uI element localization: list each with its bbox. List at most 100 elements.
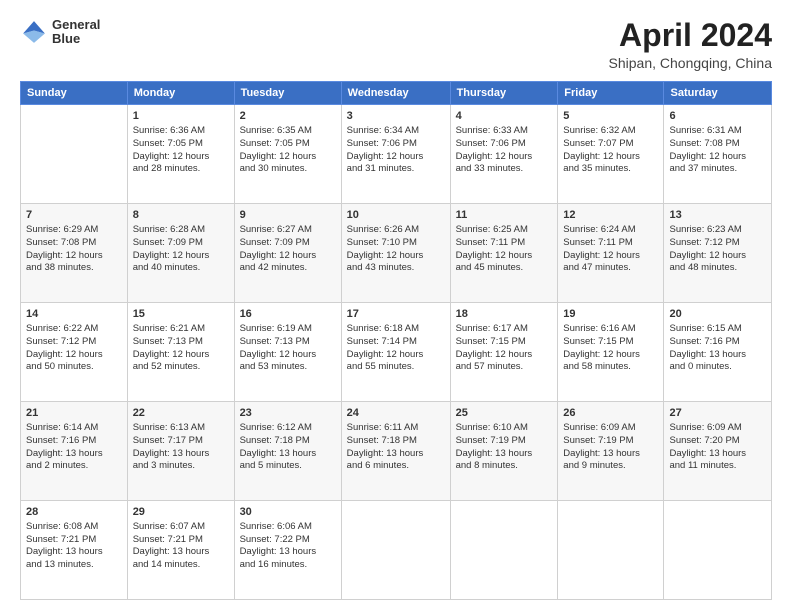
day-number: 27: [669, 406, 766, 421]
day-number: 26: [563, 406, 658, 421]
title-block: April 2024 Shipan, Chongqing, China: [609, 18, 772, 71]
day-cell: 2Sunrise: 6:35 AM Sunset: 7:05 PM Daylig…: [234, 105, 341, 204]
day-info: Sunrise: 6:12 AM Sunset: 7:18 PM Dayligh…: [240, 422, 336, 473]
day-number: 30: [240, 505, 336, 520]
day-number: 18: [456, 307, 553, 322]
day-info: Sunrise: 6:26 AM Sunset: 7:10 PM Dayligh…: [347, 224, 445, 275]
day-cell: 18Sunrise: 6:17 AM Sunset: 7:15 PM Dayli…: [450, 303, 558, 402]
day-cell: [341, 501, 450, 600]
day-info: Sunrise: 6:25 AM Sunset: 7:11 PM Dayligh…: [456, 224, 553, 275]
col-header-wednesday: Wednesday: [341, 82, 450, 105]
day-cell: 24Sunrise: 6:11 AM Sunset: 7:18 PM Dayli…: [341, 402, 450, 501]
day-number: 13: [669, 208, 766, 223]
day-number: 8: [133, 208, 229, 223]
day-number: 20: [669, 307, 766, 322]
day-number: 2: [240, 109, 336, 124]
day-info: Sunrise: 6:32 AM Sunset: 7:07 PM Dayligh…: [563, 125, 658, 176]
day-info: Sunrise: 6:22 AM Sunset: 7:12 PM Dayligh…: [26, 323, 122, 374]
header: General Blue April 2024 Shipan, Chongqin…: [20, 18, 772, 71]
day-cell: 8Sunrise: 6:28 AM Sunset: 7:09 PM Daylig…: [127, 204, 234, 303]
day-info: Sunrise: 6:33 AM Sunset: 7:06 PM Dayligh…: [456, 125, 553, 176]
day-cell: 11Sunrise: 6:25 AM Sunset: 7:11 PM Dayli…: [450, 204, 558, 303]
calendar-subtitle: Shipan, Chongqing, China: [609, 55, 772, 71]
day-info: Sunrise: 6:21 AM Sunset: 7:13 PM Dayligh…: [133, 323, 229, 374]
day-number: 17: [347, 307, 445, 322]
col-header-sunday: Sunday: [21, 82, 128, 105]
day-cell: 27Sunrise: 6:09 AM Sunset: 7:20 PM Dayli…: [664, 402, 772, 501]
day-number: 4: [456, 109, 553, 124]
col-header-tuesday: Tuesday: [234, 82, 341, 105]
day-cell: 7Sunrise: 6:29 AM Sunset: 7:08 PM Daylig…: [21, 204, 128, 303]
col-header-monday: Monday: [127, 82, 234, 105]
week-row-2: 7Sunrise: 6:29 AM Sunset: 7:08 PM Daylig…: [21, 204, 772, 303]
day-info: Sunrise: 6:35 AM Sunset: 7:05 PM Dayligh…: [240, 125, 336, 176]
day-number: 19: [563, 307, 658, 322]
day-info: Sunrise: 6:28 AM Sunset: 7:09 PM Dayligh…: [133, 224, 229, 275]
week-row-5: 28Sunrise: 6:08 AM Sunset: 7:21 PM Dayli…: [21, 501, 772, 600]
day-cell: 9Sunrise: 6:27 AM Sunset: 7:09 PM Daylig…: [234, 204, 341, 303]
day-info: Sunrise: 6:23 AM Sunset: 7:12 PM Dayligh…: [669, 224, 766, 275]
day-info: Sunrise: 6:36 AM Sunset: 7:05 PM Dayligh…: [133, 125, 229, 176]
day-info: Sunrise: 6:09 AM Sunset: 7:19 PM Dayligh…: [563, 422, 658, 473]
day-number: 10: [347, 208, 445, 223]
day-cell: 3Sunrise: 6:34 AM Sunset: 7:06 PM Daylig…: [341, 105, 450, 204]
day-info: Sunrise: 6:18 AM Sunset: 7:14 PM Dayligh…: [347, 323, 445, 374]
day-cell: 17Sunrise: 6:18 AM Sunset: 7:14 PM Dayli…: [341, 303, 450, 402]
day-info: Sunrise: 6:24 AM Sunset: 7:11 PM Dayligh…: [563, 224, 658, 275]
day-cell: 28Sunrise: 6:08 AM Sunset: 7:21 PM Dayli…: [21, 501, 128, 600]
col-header-friday: Friday: [558, 82, 664, 105]
day-number: 29: [133, 505, 229, 520]
day-cell: 12Sunrise: 6:24 AM Sunset: 7:11 PM Dayli…: [558, 204, 664, 303]
logo-icon: [20, 18, 48, 46]
day-cell: [558, 501, 664, 600]
day-number: 23: [240, 406, 336, 421]
day-cell: 5Sunrise: 6:32 AM Sunset: 7:07 PM Daylig…: [558, 105, 664, 204]
day-number: 28: [26, 505, 122, 520]
day-number: 5: [563, 109, 658, 124]
day-cell: 19Sunrise: 6:16 AM Sunset: 7:15 PM Dayli…: [558, 303, 664, 402]
day-cell: 6Sunrise: 6:31 AM Sunset: 7:08 PM Daylig…: [664, 105, 772, 204]
day-number: 7: [26, 208, 122, 223]
day-cell: 16Sunrise: 6:19 AM Sunset: 7:13 PM Dayli…: [234, 303, 341, 402]
day-number: 21: [26, 406, 122, 421]
day-number: 3: [347, 109, 445, 124]
day-cell: 23Sunrise: 6:12 AM Sunset: 7:18 PM Dayli…: [234, 402, 341, 501]
day-info: Sunrise: 6:10 AM Sunset: 7:19 PM Dayligh…: [456, 422, 553, 473]
day-cell: 29Sunrise: 6:07 AM Sunset: 7:21 PM Dayli…: [127, 501, 234, 600]
day-info: Sunrise: 6:31 AM Sunset: 7:08 PM Dayligh…: [669, 125, 766, 176]
day-number: 25: [456, 406, 553, 421]
day-number: 24: [347, 406, 445, 421]
logo-text: General Blue: [52, 18, 100, 47]
day-cell: [21, 105, 128, 204]
day-info: Sunrise: 6:17 AM Sunset: 7:15 PM Dayligh…: [456, 323, 553, 374]
day-info: Sunrise: 6:16 AM Sunset: 7:15 PM Dayligh…: [563, 323, 658, 374]
day-cell: 25Sunrise: 6:10 AM Sunset: 7:19 PM Dayli…: [450, 402, 558, 501]
day-cell: 21Sunrise: 6:14 AM Sunset: 7:16 PM Dayli…: [21, 402, 128, 501]
day-info: Sunrise: 6:08 AM Sunset: 7:21 PM Dayligh…: [26, 521, 122, 572]
day-info: Sunrise: 6:11 AM Sunset: 7:18 PM Dayligh…: [347, 422, 445, 473]
day-cell: 26Sunrise: 6:09 AM Sunset: 7:19 PM Dayli…: [558, 402, 664, 501]
week-row-3: 14Sunrise: 6:22 AM Sunset: 7:12 PM Dayli…: [21, 303, 772, 402]
day-info: Sunrise: 6:07 AM Sunset: 7:21 PM Dayligh…: [133, 521, 229, 572]
day-info: Sunrise: 6:19 AM Sunset: 7:13 PM Dayligh…: [240, 323, 336, 374]
day-info: Sunrise: 6:34 AM Sunset: 7:06 PM Dayligh…: [347, 125, 445, 176]
day-cell: [450, 501, 558, 600]
col-header-saturday: Saturday: [664, 82, 772, 105]
day-number: 12: [563, 208, 658, 223]
day-number: 1: [133, 109, 229, 124]
logo-line2: Blue: [52, 32, 100, 46]
day-info: Sunrise: 6:27 AM Sunset: 7:09 PM Dayligh…: [240, 224, 336, 275]
day-info: Sunrise: 6:29 AM Sunset: 7:08 PM Dayligh…: [26, 224, 122, 275]
day-number: 9: [240, 208, 336, 223]
day-info: Sunrise: 6:15 AM Sunset: 7:16 PM Dayligh…: [669, 323, 766, 374]
day-number: 6: [669, 109, 766, 124]
calendar-table: SundayMondayTuesdayWednesdayThursdayFrid…: [20, 81, 772, 600]
day-info: Sunrise: 6:09 AM Sunset: 7:20 PM Dayligh…: [669, 422, 766, 473]
day-info: Sunrise: 6:13 AM Sunset: 7:17 PM Dayligh…: [133, 422, 229, 473]
day-cell: 30Sunrise: 6:06 AM Sunset: 7:22 PM Dayli…: [234, 501, 341, 600]
day-number: 15: [133, 307, 229, 322]
day-cell: 13Sunrise: 6:23 AM Sunset: 7:12 PM Dayli…: [664, 204, 772, 303]
day-number: 16: [240, 307, 336, 322]
day-cell: 10Sunrise: 6:26 AM Sunset: 7:10 PM Dayli…: [341, 204, 450, 303]
day-number: 22: [133, 406, 229, 421]
